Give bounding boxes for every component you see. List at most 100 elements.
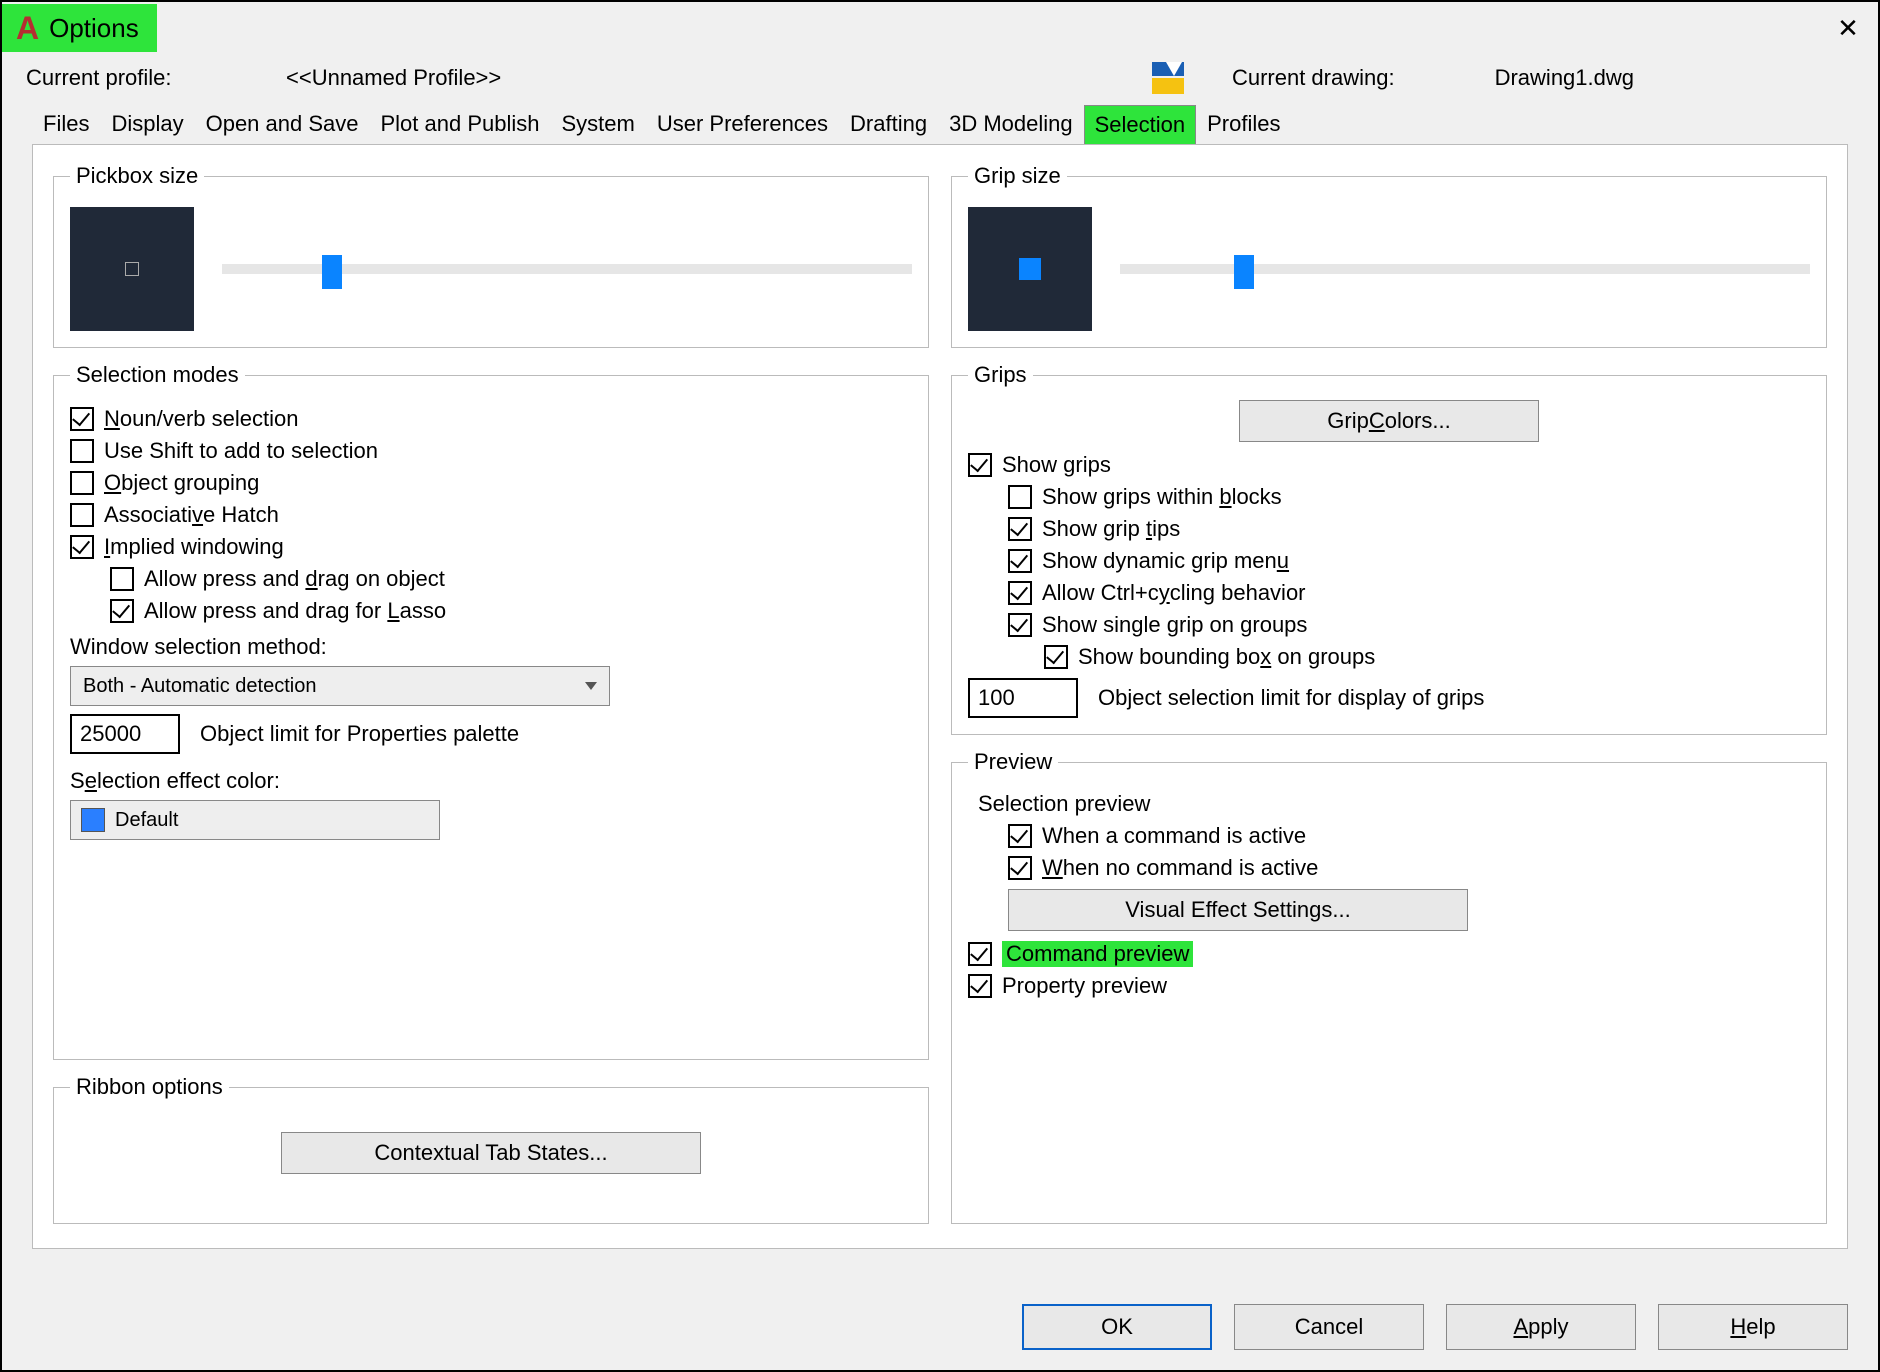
dynamic-grip-menu-checkbox[interactable] [1008,549,1032,573]
pickbox-preview [70,207,194,331]
shift-add-label: Use Shift to add to selection [104,438,378,464]
drawing-value: Drawing1.dwg [1495,65,1634,91]
noun-verb-checkbox[interactable] [70,407,94,431]
press-drag-object-label: Allow press and drag on object [144,566,445,592]
gripsize-legend: Grip size [968,163,1067,189]
grip-square-icon [1019,258,1041,280]
assoc-hatch-label: Associative Hatch [104,502,279,528]
tab-display[interactable]: Display [100,104,194,144]
title-left: A Options [2,4,157,52]
left-column: Pickbox size Selection modes Noun/verb s… [53,163,929,1224]
contextual-tab-states-button[interactable]: Contextual Tab States... [281,1132,701,1174]
cancel-button[interactable]: Cancel [1234,1304,1424,1350]
selection-color-value: Default [115,809,178,832]
press-drag-lasso-checkbox[interactable] [110,599,134,623]
tab-open-save[interactable]: Open and Save [195,104,370,144]
chevron-down-icon [585,682,597,690]
pickbox-group: Pickbox size [53,163,929,348]
dynamic-grip-menu-label: Show dynamic grip menu [1042,548,1289,574]
press-drag-object-checkbox[interactable] [110,567,134,591]
grip-slider[interactable] [1120,264,1810,274]
single-grip-groups-label: Show single grip on groups [1042,612,1307,638]
help-button[interactable]: Help [1658,1304,1848,1350]
no-cmd-checkbox[interactable] [1008,856,1032,880]
titlebar: A Options ✕ [2,2,1878,54]
grips-group: Grips Grip Colors... Show grips Show gri… [951,362,1827,735]
selection-preview-title: Selection preview [978,791,1810,817]
preview-group: Preview Selection preview When a command… [951,749,1827,1224]
tab-drafting[interactable]: Drafting [839,104,938,144]
command-preview-checkbox[interactable] [968,942,992,966]
grip-limit-input[interactable] [968,678,1078,718]
ctrl-cycling-label: Allow Ctrl+cycling behavior [1042,580,1306,606]
window-method-select[interactable]: Both - Automatic detection [70,666,610,706]
single-grip-groups-checkbox[interactable] [1008,613,1032,637]
object-grouping-checkbox[interactable] [70,471,94,495]
app-logo-icon: A [16,10,39,47]
tab-user-prefs[interactable]: User Preferences [646,104,839,144]
cmd-active-checkbox[interactable] [1008,824,1032,848]
header-row: Current profile: <<Unnamed Profile>> Cur… [2,54,1878,98]
pickbox-slider-thumb[interactable] [322,255,342,289]
window-method-label: Window selection method: [70,634,912,660]
right-column: Grip size Grips Grip Colors... [951,163,1827,1224]
grip-slider-thumb[interactable] [1234,255,1254,289]
grip-colors-button[interactable]: Grip Colors... [1239,400,1539,442]
pickbox-slider[interactable] [222,264,912,274]
drawing-label: Current drawing: [1232,65,1395,91]
object-limit-label: Object limit for Properties palette [200,721,519,747]
show-grips-label: Show grips [1002,452,1111,478]
grip-tips-label: Show grip tips [1042,516,1180,542]
object-limit-input[interactable] [70,714,180,754]
assoc-hatch-checkbox[interactable] [70,503,94,527]
ribbon-options-legend: Ribbon options [70,1074,229,1100]
cmd-active-label: When a command is active [1042,823,1306,849]
selection-color-select[interactable]: Default [70,800,440,840]
selection-color-label: Selection effect color: [70,768,912,794]
tab-plot-publish[interactable]: Plot and Publish [370,104,551,144]
bbox-groups-checkbox[interactable] [1044,645,1068,669]
visual-effect-settings-button[interactable]: Visual Effect Settings... [1008,889,1468,931]
grip-preview [968,207,1092,331]
tab-selection[interactable]: Selection [1084,105,1197,144]
implied-windowing-checkbox[interactable] [70,535,94,559]
tab-strip: Files Display Open and Save Plot and Pub… [2,104,1878,144]
color-swatch-icon [81,808,105,832]
implied-windowing-label: Implied windowing [104,534,284,560]
tab-system[interactable]: System [551,104,646,144]
property-preview-label: Property preview [1002,973,1167,999]
grips-legend: Grips [968,362,1033,388]
tab-profiles[interactable]: Profiles [1196,104,1291,144]
grips-blocks-label: Show grips within blocks [1042,484,1282,510]
tab-3d-modeling[interactable]: 3D Modeling [938,104,1084,144]
pickbox-legend: Pickbox size [70,163,204,189]
dialog-footer: OK Cancel Apply Help [1022,1304,1848,1350]
preview-legend: Preview [968,749,1058,775]
noun-verb-label: Noun/verb selection [104,406,298,432]
grips-blocks-checkbox[interactable] [1008,485,1032,509]
close-icon: ✕ [1837,13,1859,44]
tab-body: Pickbox size Selection modes Noun/verb s… [32,144,1848,1249]
ok-button[interactable]: OK [1022,1304,1212,1350]
object-grouping-label: Object grouping [104,470,259,496]
window-title: Options [49,13,139,44]
tab-files[interactable]: Files [32,104,100,144]
property-preview-checkbox[interactable] [968,974,992,998]
selection-modes-group: Selection modes Noun/verb selection Use … [53,362,929,1060]
gripsize-group: Grip size [951,163,1827,348]
grip-limit-label: Object selection limit for display of gr… [1098,685,1484,711]
profile-value: <<Unnamed Profile>> [286,65,501,91]
selection-modes-legend: Selection modes [70,362,245,388]
ctrl-cycling-checkbox[interactable] [1008,581,1032,605]
press-drag-lasso-label: Allow press and drag for Lasso [144,598,446,624]
grip-tips-checkbox[interactable] [1008,517,1032,541]
show-grips-checkbox[interactable] [968,453,992,477]
profile-label: Current profile: [26,65,206,91]
close-button[interactable]: ✕ [1818,2,1878,54]
options-dialog: A Options ✕ Current profile: <<Unnamed P… [0,0,1880,1372]
shift-add-checkbox[interactable] [70,439,94,463]
window-method-value: Both - Automatic detection [83,675,316,698]
bbox-groups-label: Show bounding box on groups [1078,644,1375,670]
no-cmd-label: When no command is active [1042,855,1318,881]
apply-button[interactable]: Apply [1446,1304,1636,1350]
